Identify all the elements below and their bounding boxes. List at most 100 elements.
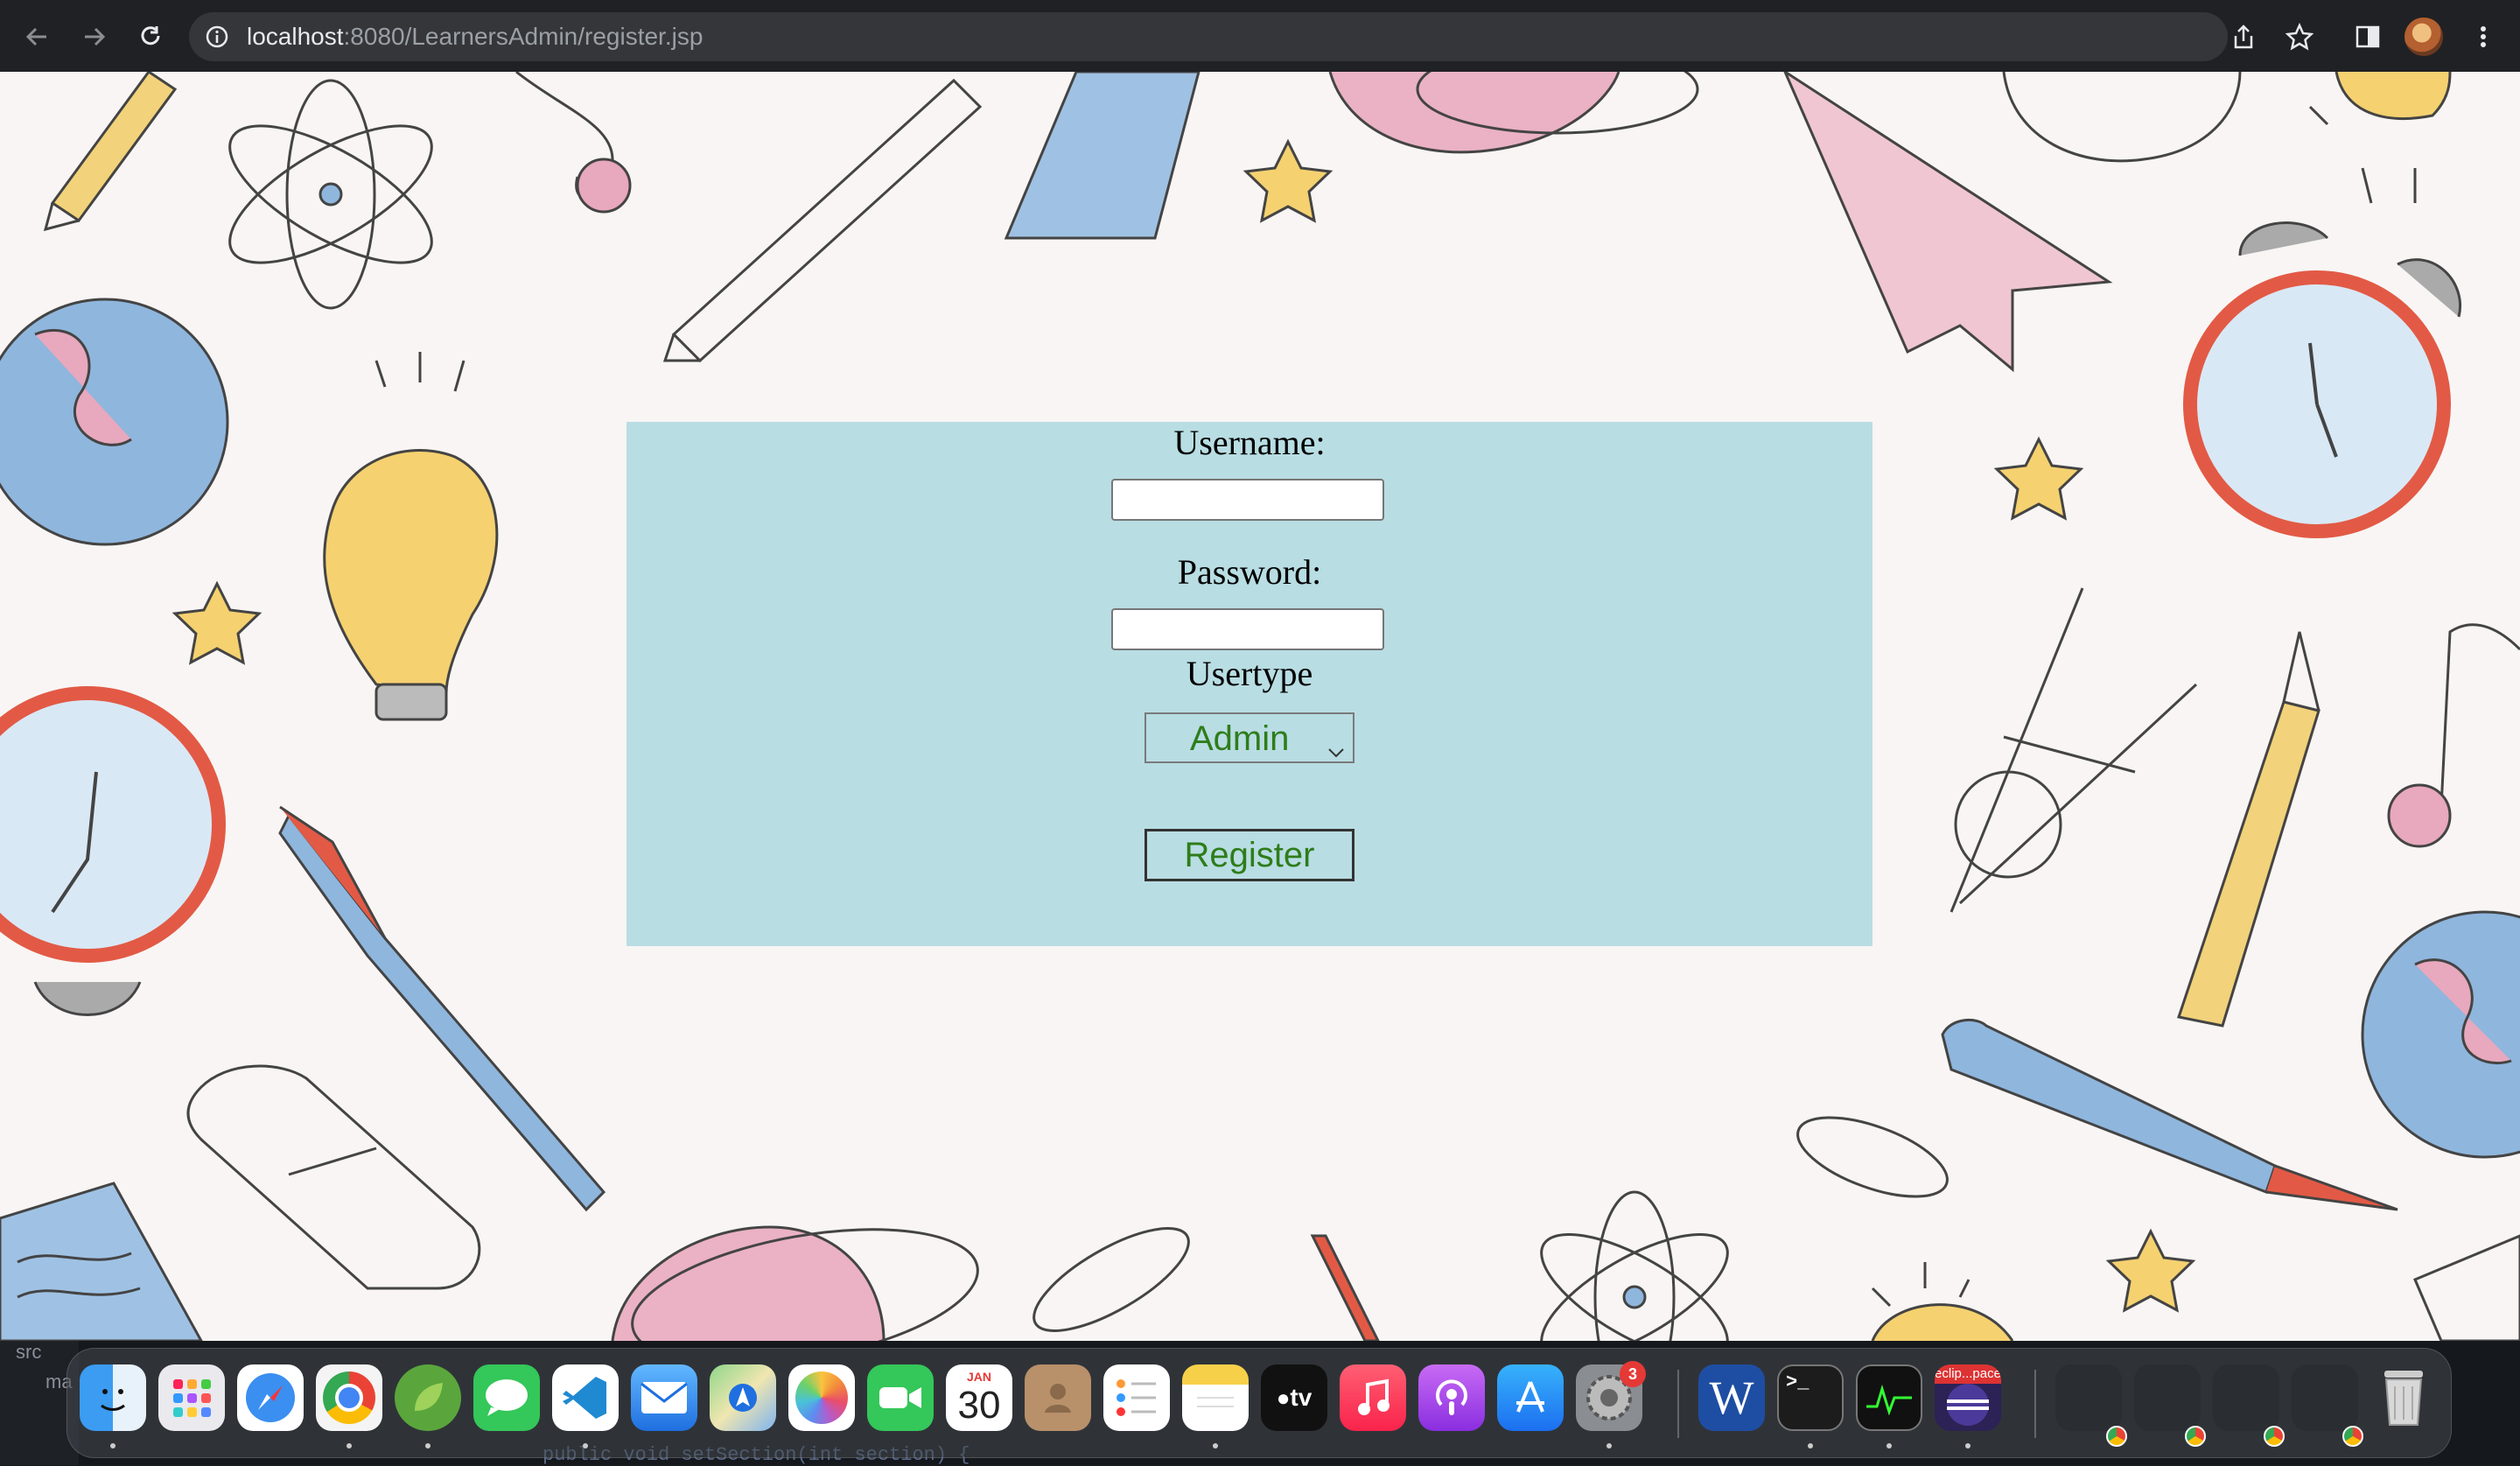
usertype-select[interactable]: Admin [1144, 712, 1354, 763]
chrome-icon [2342, 1426, 2363, 1447]
usertype-label: Usertype [1186, 654, 1313, 693]
url-host: localhost [247, 23, 344, 50]
star-doodle [1242, 138, 1334, 223]
paint-tube-icon [1004, 72, 1200, 240]
notes-icon[interactable] [1182, 1364, 1249, 1431]
minimized-window[interactable] [2055, 1364, 2122, 1431]
profile-avatar[interactable] [2404, 18, 2443, 56]
eraser-icon [186, 1064, 481, 1290]
atom-icon [228, 79, 433, 310]
facetime-icon[interactable] [867, 1364, 934, 1431]
star-doodle [1993, 436, 2084, 521]
finder-icon[interactable] [80, 1364, 146, 1431]
apple-tv-label: tv [1290, 1384, 1312, 1411]
activity-monitor-icon[interactable] [1856, 1364, 1922, 1431]
register-form: Username: Password: Usertype Admin Regis… [626, 422, 1872, 946]
pen-icon [662, 78, 983, 363]
minimized-window[interactable] [2213, 1364, 2279, 1431]
username-label: Username: [1173, 423, 1326, 462]
launchpad-icon[interactable] [158, 1364, 225, 1431]
sun-icon [2308, 72, 2452, 204]
chrome-icon[interactable] [316, 1364, 382, 1431]
paintbrush-icon [278, 805, 606, 1212]
atom-icon [1540, 1190, 1729, 1341]
dock-separator [1677, 1370, 1679, 1438]
safari-icon[interactable] [237, 1364, 304, 1431]
paintbrush-icon [1310, 1234, 1380, 1341]
back-arrow-icon[interactable] [18, 18, 56, 56]
sun-icon [1871, 1262, 2014, 1341]
calendar-icon[interactable]: JAN 30 [946, 1364, 1012, 1431]
terminal-icon[interactable]: >_ [1777, 1364, 1844, 1431]
reload-icon[interactable] [131, 18, 170, 56]
word-icon[interactable]: W [1698, 1364, 1765, 1431]
star-doodle [172, 580, 262, 665]
share-icon[interactable] [2224, 18, 2263, 56]
calendar-month: JAN [966, 1370, 991, 1384]
minimized-window[interactable] [2292, 1364, 2358, 1431]
terminal-label: >_ [1786, 1371, 1810, 1393]
contacts-icon[interactable] [1025, 1364, 1091, 1431]
more-vert-icon[interactable] [2464, 18, 2502, 56]
alarm-clock-icon [2183, 221, 2461, 538]
info-icon[interactable] [205, 25, 229, 53]
username-input[interactable] [1111, 479, 1384, 521]
mail-icon[interactable] [631, 1364, 697, 1431]
trash-icon[interactable] [2370, 1364, 2437, 1431]
system-settings-icon[interactable]: 3 [1576, 1361, 1646, 1431]
web-page: Username: Password: Usertype Admin Regis… [0, 72, 2520, 1341]
notification-badge: 3 [1620, 1361, 1646, 1387]
notebook-icon [0, 1182, 203, 1341]
chevron-down-icon [1326, 728, 1346, 768]
maps-icon[interactable] [710, 1364, 776, 1431]
word-label: W [1709, 1371, 1754, 1424]
planet-icon [611, 1225, 979, 1341]
ide-src-label: src [16, 1341, 42, 1363]
star-icon[interactable] [2280, 18, 2319, 56]
password-label: Password: [1177, 552, 1322, 592]
pen-icon [1941, 1018, 2398, 1211]
macos-dock: JAN 30 ● tv 3 W >_ eclip...pace [66, 1348, 2452, 1458]
apple-logo-icon: ● [1276, 1384, 1291, 1411]
alarm-clock-icon [0, 686, 226, 1016]
pencil-icon [2177, 631, 2320, 1028]
url-text[interactable]: localhost:8080/LearnersAdmin/register.js… [247, 23, 703, 51]
spring-tools-icon[interactable] [395, 1364, 461, 1431]
usertype-selected-value: Admin [1190, 719, 1290, 758]
compass-icon [1950, 587, 2198, 913]
minimized-window[interactable] [2134, 1364, 2201, 1431]
desktop-dock-area: src ma public void setSection(int sectio… [0, 1341, 2520, 1466]
browser-toolbar: localhost:8080/LearnersAdmin/register.js… [0, 0, 2520, 73]
chrome-icon [2264, 1426, 2285, 1447]
star-doodle [2105, 1228, 2196, 1313]
chrome-icon [2185, 1426, 2206, 1447]
planet-icon [1328, 72, 1699, 154]
reminders-icon[interactable] [1103, 1364, 1170, 1431]
notebook-icon [2413, 1234, 2520, 1341]
paperclip-icon [1032, 1116, 1949, 1332]
paper-plane-icon [1783, 72, 2113, 373]
messages-icon[interactable] [473, 1364, 540, 1431]
chrome-icon [2106, 1426, 2127, 1447]
music-note-icon [2387, 623, 2520, 848]
globe-icon [2361, 910, 2520, 1159]
apple-tv-icon[interactable]: ● tv [1261, 1364, 1327, 1431]
eclipse-icon[interactable]: eclip...pace [1935, 1364, 2001, 1431]
forward-arrow-icon[interactable] [75, 18, 114, 56]
url-path: :8080/LearnersAdmin/register.jsp [343, 23, 704, 50]
app-store-icon[interactable] [1497, 1364, 1564, 1431]
podcasts-icon[interactable] [1418, 1364, 1485, 1431]
dock-separator [2034, 1370, 2036, 1438]
register-button[interactable]: Register [1144, 829, 1354, 881]
sidebar-icon[interactable] [2348, 18, 2387, 56]
music-note-icon [515, 72, 632, 214]
address-bar[interactable]: localhost:8080/LearnersAdmin/register.js… [189, 12, 2228, 61]
password-input[interactable] [1111, 608, 1384, 650]
lightbulb-icon [323, 352, 499, 721]
vscode-icon[interactable] [552, 1364, 619, 1431]
eclipse-workspace-label: eclip...pace [1935, 1364, 2001, 1384]
photos-icon[interactable] [788, 1364, 855, 1431]
music-icon[interactable] [1340, 1364, 1406, 1431]
globe-icon [2002, 72, 2242, 163]
globe-icon [0, 298, 229, 546]
